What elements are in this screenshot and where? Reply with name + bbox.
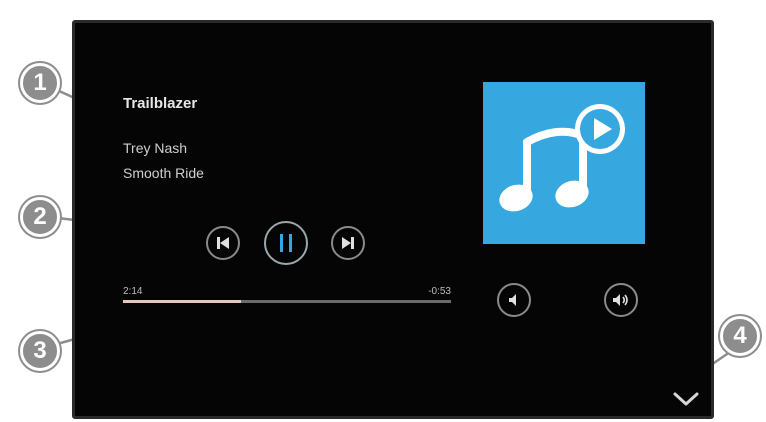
album-art: [483, 82, 645, 244]
track-title: Trailblazer: [123, 95, 198, 112]
callout-4: 4: [720, 316, 760, 356]
skip-previous-icon: [217, 237, 229, 249]
progress-bar[interactable]: [123, 300, 451, 303]
pause-button[interactable]: [264, 221, 308, 265]
manual-figure: Trailblazer Trey Nash Smooth Ride 2:14 -…: [0, 0, 766, 422]
callout-3: 3: [20, 331, 60, 371]
chevron-down-icon: [673, 392, 699, 406]
media-player-screen: Trailblazer Trey Nash Smooth Ride 2:14 -…: [72, 20, 714, 419]
collapse-button[interactable]: [671, 388, 701, 410]
skip-next-icon: [342, 237, 354, 249]
next-track-button[interactable]: [331, 226, 365, 260]
elapsed-time: 2:14: [123, 286, 143, 297]
progress-bar-fill: [123, 300, 242, 303]
volume-down-icon: [509, 294, 516, 306]
remaining-time: -0:53: [428, 286, 451, 297]
volume-up-button[interactable]: [604, 283, 638, 317]
track-artist: Trey Nash: [123, 140, 188, 156]
pause-icon: [280, 234, 292, 252]
previous-track-button[interactable]: [206, 226, 240, 260]
callout-2: 2: [20, 197, 60, 237]
volume-up-icon: [613, 294, 628, 306]
track-album: Smooth Ride: [123, 165, 204, 181]
callout-1: 1: [20, 63, 60, 103]
volume-down-button[interactable]: [497, 283, 531, 317]
music-notes-play-icon: [499, 104, 625, 212]
